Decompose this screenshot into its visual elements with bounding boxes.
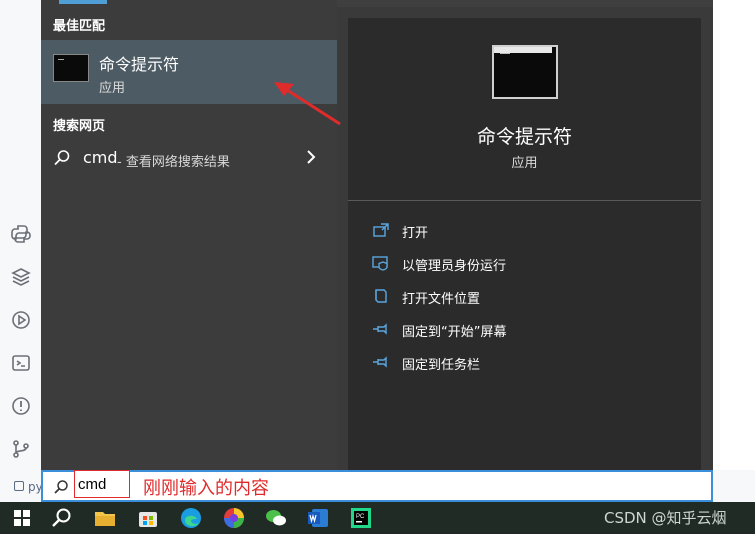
open-icon bbox=[373, 223, 389, 237]
annotation-arrow bbox=[274, 82, 341, 126]
action-open-file-location[interactable]: 打开文件位置 bbox=[368, 284, 688, 310]
annotation-text: 刚刚输入的内容 bbox=[143, 478, 269, 499]
best-match-title: 命令提示符 bbox=[99, 55, 180, 74]
pycharm-icon[interactable]: PC bbox=[349, 506, 373, 530]
ide-file-label[interactable]: py bbox=[14, 480, 43, 494]
search-icon bbox=[54, 150, 70, 166]
web-search-heading: 搜索网页 bbox=[53, 119, 106, 134]
windows-start-icon[interactable] bbox=[10, 506, 34, 530]
shield-icon bbox=[372, 256, 388, 271]
svg-text:PC: PC bbox=[356, 514, 365, 520]
app-detail-pane: 命令提示符 应用 打开 以管理员身份运行 打开文件位置 固定到“开始”屏幕 固定… bbox=[348, 18, 701, 470]
color-app-icon[interactable] bbox=[222, 506, 246, 530]
web-search-query: cmd bbox=[83, 148, 118, 167]
action-pin-to-start[interactable]: 固定到“开始”屏幕 bbox=[368, 317, 688, 343]
command-prompt-large-icon bbox=[492, 45, 558, 99]
command-prompt-icon bbox=[53, 54, 89, 82]
search-box: 刚刚输入的内容 bbox=[41, 470, 713, 502]
edge-icon[interactable] bbox=[179, 506, 203, 530]
ide-sidebar bbox=[0, 0, 43, 470]
start-menu: 最佳匹配 命令提示符 应用 搜索网页 cmd - 查看网络搜索结果 命令提示符 … bbox=[41, 0, 713, 470]
ide-right-panel bbox=[712, 0, 755, 470]
web-search-suffix: - 查看网络搜索结果 bbox=[117, 155, 230, 170]
chevron-right-icon[interactable] bbox=[305, 149, 317, 165]
run-icon[interactable] bbox=[10, 309, 32, 331]
pin-icon bbox=[373, 323, 387, 335]
best-match-heading: 最佳匹配 bbox=[53, 19, 106, 34]
action-pin-to-start-label: 固定到“开始”屏幕 bbox=[402, 325, 507, 340]
pin-icon bbox=[373, 356, 387, 368]
file-icon bbox=[14, 481, 24, 491]
action-open-file-location-label: 打开文件位置 bbox=[402, 292, 481, 307]
wechat-icon[interactable] bbox=[264, 506, 288, 530]
web-search-result[interactable]: cmd - 查看网络搜索结果 bbox=[41, 141, 337, 175]
file-explorer-icon[interactable] bbox=[93, 506, 117, 530]
tab-indicator bbox=[59, 0, 107, 4]
store-icon[interactable] bbox=[136, 506, 160, 530]
action-pin-to-taskbar[interactable]: 固定到任务栏 bbox=[368, 350, 688, 376]
python-icon[interactable] bbox=[10, 223, 32, 245]
best-match-type: 应用 bbox=[99, 81, 126, 96]
watermark: CSDN @知乎云烟 bbox=[604, 509, 727, 527]
terminal-icon[interactable] bbox=[10, 352, 32, 374]
problems-icon[interactable] bbox=[10, 395, 32, 417]
action-run-as-admin-label: 以管理员身份运行 bbox=[402, 259, 507, 274]
action-run-as-admin[interactable]: 以管理员身份运行 bbox=[368, 251, 688, 277]
search-icon bbox=[54, 480, 68, 494]
detail-divider bbox=[348, 200, 701, 201]
search-input[interactable] bbox=[74, 470, 130, 498]
detail-app-name: 命令提示符 bbox=[476, 126, 572, 148]
action-open-label: 打开 bbox=[402, 226, 429, 241]
search-results-pane: 最佳匹配 命令提示符 应用 搜索网页 cmd - 查看网络搜索结果 bbox=[41, 0, 337, 470]
action-open[interactable]: 打开 bbox=[368, 218, 688, 244]
word-icon[interactable] bbox=[306, 506, 330, 530]
action-pin-to-taskbar-label: 固定到任务栏 bbox=[402, 358, 481, 373]
search-icon[interactable] bbox=[50, 506, 74, 530]
git-icon[interactable] bbox=[10, 438, 32, 460]
layers-icon[interactable] bbox=[10, 266, 32, 288]
folder-icon bbox=[375, 289, 387, 303]
detail-app-type: 应用 bbox=[511, 156, 538, 171]
